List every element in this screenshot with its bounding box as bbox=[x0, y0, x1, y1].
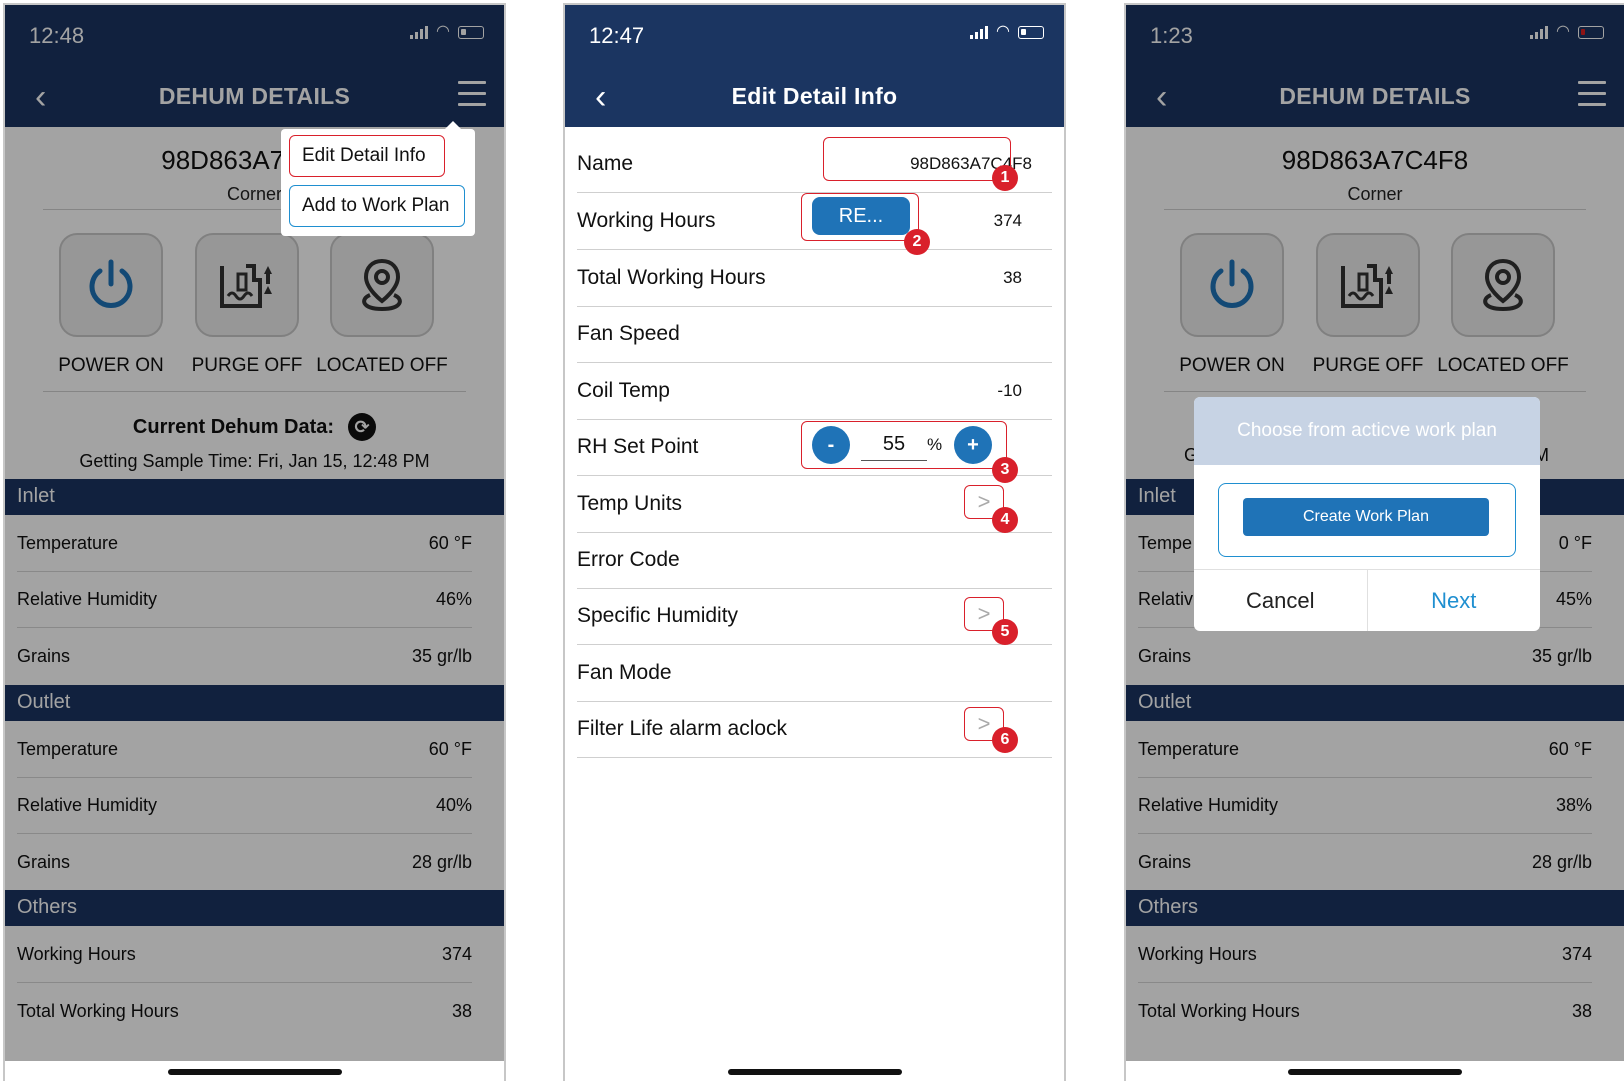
phone-screen-work-plan-dialog: 1:23 ◠ ‹ DEHUM DETAILS 98D863A7C4F8 Corn… bbox=[1124, 3, 1624, 1081]
home-indicator[interactable] bbox=[1288, 1069, 1462, 1075]
work-plan-dialog: Choose from acticve work plan Create Wor… bbox=[1194, 397, 1540, 631]
status-indicators: ◠ bbox=[970, 23, 1044, 40]
reset-button[interactable]: RE... bbox=[812, 197, 910, 235]
signal-icon bbox=[970, 25, 989, 39]
menu-item-add-to-work-plan[interactable]: Add to Work Plan bbox=[289, 185, 465, 227]
field-row-error-code: Error Code bbox=[577, 532, 1052, 589]
status-bar: 12:47 ◠ bbox=[565, 5, 1064, 69]
dialog-actions: Cancel Next bbox=[1194, 569, 1540, 631]
field-row-fan-mode: Fan Mode bbox=[577, 645, 1052, 702]
callout-badge: 6 bbox=[992, 727, 1018, 753]
create-work-plan-button[interactable]: Create Work Plan bbox=[1243, 498, 1489, 536]
wifi-icon: ◠ bbox=[996, 23, 1010, 40]
phone-screen-edit-detail-info: 12:47 ◠ ‹ Edit Detail Info Name 98D863A7… bbox=[563, 3, 1066, 1081]
field-label: Error Code bbox=[577, 548, 680, 571]
field-row-fan-speed: Fan Speed bbox=[577, 306, 1052, 363]
status-time: 12:47 bbox=[589, 23, 645, 48]
dialog-title: Choose from acticve work plan bbox=[1194, 397, 1540, 465]
field-label: Fan Mode bbox=[577, 661, 672, 684]
callout-badge: 2 bbox=[904, 229, 930, 255]
next-button[interactable]: Next bbox=[1368, 570, 1541, 631]
field-row-coil-temp: Coil Temp -10 bbox=[577, 363, 1052, 420]
callout-badge: 5 bbox=[992, 619, 1018, 645]
field-value: 38 bbox=[1003, 268, 1022, 287]
nav-bar: ‹ Edit Detail Info bbox=[565, 69, 1064, 127]
field-label: Total Working Hours bbox=[577, 266, 766, 289]
field-value: 374 bbox=[993, 211, 1022, 230]
page-title: Edit Detail Info bbox=[731, 83, 898, 109]
home-indicator[interactable] bbox=[167, 1069, 342, 1075]
highlight-name-field bbox=[823, 137, 1011, 181]
home-indicator[interactable] bbox=[727, 1069, 902, 1075]
field-label: Fan Speed bbox=[577, 322, 680, 345]
rh-set-point-input[interactable]: 55 bbox=[861, 429, 927, 461]
options-menu: Edit Detail Info Add to Work Plan bbox=[281, 121, 475, 236]
field-value: -10 bbox=[997, 381, 1022, 400]
rh-increment-button[interactable]: + bbox=[954, 426, 992, 464]
battery-icon bbox=[1018, 25, 1044, 39]
rh-decrement-button[interactable]: - bbox=[812, 426, 850, 464]
highlight-create-work-plan: Create Work Plan bbox=[1218, 483, 1516, 557]
callout-badge: 3 bbox=[992, 457, 1018, 483]
field-row-total-working-hours: Total Working Hours 38 bbox=[577, 250, 1052, 307]
rh-unit: % bbox=[927, 435, 943, 454]
field-label: Coil Temp bbox=[577, 379, 670, 402]
callout-badge: 1 bbox=[992, 165, 1018, 191]
cancel-button[interactable]: Cancel bbox=[1194, 570, 1368, 631]
callout-badge: 4 bbox=[992, 507, 1018, 533]
phone-screen-dehum-details-menu: 12:48 ◠ ‹ DEHUM DETAILS 98D863A7C4F8 Cor… bbox=[3, 3, 506, 1081]
menu-item-edit-detail-info[interactable]: Edit Detail Info bbox=[289, 135, 445, 177]
